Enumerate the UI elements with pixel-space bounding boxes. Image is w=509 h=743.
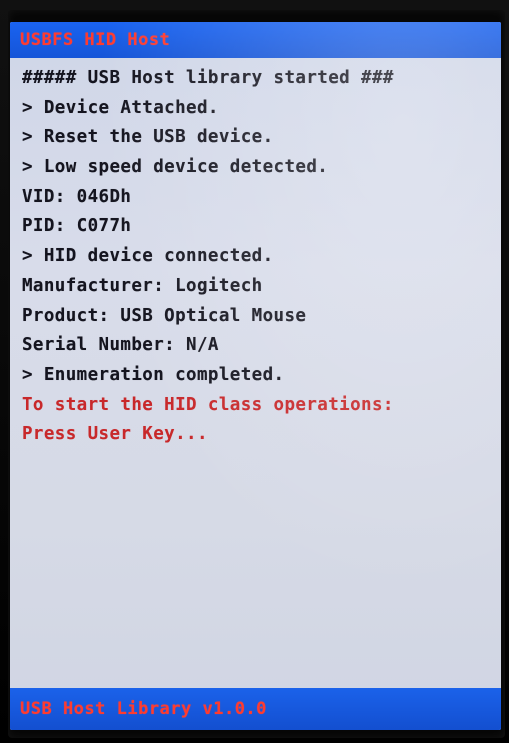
prompt-line: Press User Key... xyxy=(22,424,208,445)
footer-bar: USB Host Library v1.0.0 xyxy=(10,688,501,730)
footer-bar-label: USB Host Library v1.0.0 xyxy=(20,699,267,719)
log-line: Product: USB Optical Mouse xyxy=(22,305,307,326)
log-line: Serial Number: N/A xyxy=(22,335,219,356)
title-bar: USBFS HID Host xyxy=(10,22,501,58)
log-line: Manufacturer: Logitech xyxy=(22,275,263,296)
log-line: > Device Attached. xyxy=(22,97,219,118)
log-line: > Reset the USB device. xyxy=(22,127,274,148)
log-line: ##### USB Host library started ### xyxy=(22,68,394,88)
photo: USBFS HID Host ##### USB Host library st… xyxy=(0,0,509,743)
log-output: ##### USB Host library started ### > Dev… xyxy=(22,64,501,450)
lcd-screen: USBFS HID Host ##### USB Host library st… xyxy=(10,22,501,730)
title-bar-label: USBFS HID Host xyxy=(20,30,171,50)
log-line: VID: 046Dh xyxy=(22,186,132,207)
log-line: > Low speed device detected. xyxy=(22,157,329,178)
log-line: PID: C077h xyxy=(22,216,132,237)
prompt-line: To start the HID class operations: xyxy=(22,394,394,415)
log-line: > Enumeration completed. xyxy=(22,364,285,385)
log-line: > HID device connected. xyxy=(22,246,274,267)
